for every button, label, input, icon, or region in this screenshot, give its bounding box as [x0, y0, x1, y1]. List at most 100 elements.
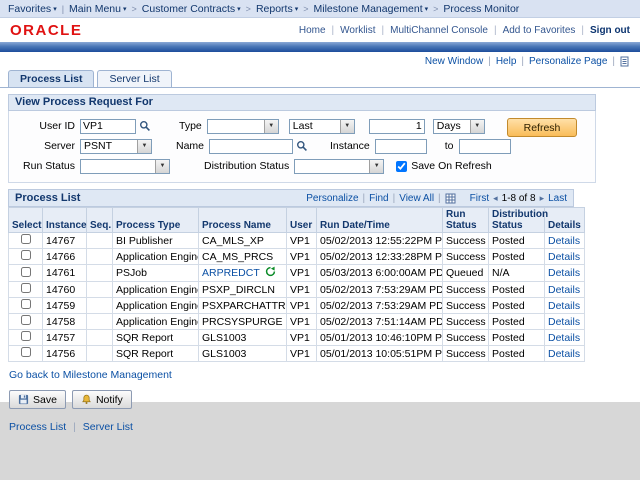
days-count-input[interactable] — [369, 119, 425, 134]
first-page-link[interactable]: First — [470, 193, 489, 204]
server-select-value: PSNT — [81, 140, 137, 153]
table-row: 14757SQR ReportGLS1003VP105/01/2013 10:4… — [9, 330, 585, 346]
instance-cell: 14758 — [43, 314, 87, 330]
row-select-checkbox[interactable] — [21, 315, 31, 325]
process-type-cell: Application Engine — [113, 249, 199, 265]
breadcrumb-customer-contracts[interactable]: Customer Contracts▾ — [142, 3, 241, 15]
row-select-checkbox[interactable] — [21, 283, 31, 293]
run-status-select-value — [81, 160, 155, 173]
instance-to-input[interactable] — [459, 139, 511, 154]
details-link[interactable]: Details — [548, 267, 580, 279]
next-page-icon[interactable]: ▸ — [540, 193, 545, 204]
find-link[interactable]: Find — [369, 193, 388, 204]
process-name-link[interactable]: ARPREDCT — [202, 267, 260, 279]
tab-server-list[interactable]: Server List — [97, 70, 171, 87]
col-process-type: Process Type — [113, 208, 199, 233]
details-link[interactable]: Details — [548, 300, 580, 312]
add-to-favorites-link[interactable]: Add to Favorites — [503, 25, 576, 36]
user-cell: VP1 — [287, 233, 317, 249]
details-link[interactable]: Details — [548, 316, 580, 328]
distribution-status-select[interactable]: ▼ — [294, 159, 384, 174]
sign-out-link[interactable]: Sign out — [590, 25, 630, 36]
table-row: 14756SQR ReportGLS1003VP105/01/2013 10:0… — [9, 346, 585, 362]
dropdown-arrow-icon: ▼ — [340, 120, 354, 133]
breadcrumb-favorites[interactable]: Favorites▾ — [8, 3, 57, 15]
separator: | — [73, 421, 76, 433]
go-back-link[interactable]: Go back to Milestone Management — [9, 369, 172, 381]
instance-from-input[interactable] — [375, 139, 427, 154]
distribution-status-cell: Posted — [489, 282, 545, 298]
home-link[interactable]: Home — [299, 25, 326, 36]
help-link[interactable]: Help — [496, 56, 517, 67]
personalize-page-link[interactable]: Personalize Page — [529, 56, 607, 67]
days-select-value: Days — [434, 120, 470, 133]
last-page-link[interactable]: Last — [548, 193, 567, 204]
row-select-checkbox[interactable] — [21, 299, 31, 309]
row-select-checkbox[interactable] — [21, 331, 31, 341]
details-link[interactable]: Details — [548, 348, 580, 360]
breadcrumb-main-menu[interactable]: Main Menu▾ — [69, 3, 126, 15]
distribution-status-cell: Posted — [489, 233, 545, 249]
separator: | — [393, 193, 396, 204]
breadcrumb-reports[interactable]: Reports▾ — [256, 3, 298, 15]
personalize-link[interactable]: Personalize — [306, 193, 358, 204]
separator: | — [488, 56, 491, 67]
save-on-refresh-checkbox[interactable] — [396, 161, 407, 172]
server-select[interactable]: PSNT ▼ — [80, 139, 152, 154]
breadcrumb-label: Process Monitor — [443, 3, 519, 15]
notify-bell-icon — [81, 394, 92, 405]
user-id-input[interactable] — [80, 119, 136, 134]
seq-cell — [87, 249, 113, 265]
chevron-down-icon: ▾ — [53, 6, 57, 13]
view-all-link[interactable]: View All — [399, 193, 434, 204]
details-link[interactable]: Details — [548, 235, 580, 247]
last-select[interactable]: Last ▼ — [289, 119, 355, 134]
distribution-status-cell: Posted — [489, 249, 545, 265]
details-link[interactable]: Details — [548, 284, 580, 296]
row-select-checkbox[interactable] — [21, 347, 31, 357]
instance-cell: 14756 — [43, 346, 87, 362]
new-window-link[interactable]: New Window — [425, 56, 483, 67]
worklist-link[interactable]: Worklist — [340, 25, 375, 36]
refresh-button[interactable]: Refresh — [507, 118, 577, 137]
process-table: Select Instance Seq. Process Type Proces… — [8, 207, 585, 362]
type-select-value — [208, 120, 264, 133]
instance-cell: 14766 — [43, 249, 87, 265]
row-select-checkbox[interactable] — [21, 267, 31, 277]
filter-form: User ID Type ▼ Last ▼ Days ▼ — [8, 111, 596, 183]
details-cell: Details — [545, 346, 585, 362]
details-link[interactable]: Details — [548, 332, 580, 344]
details-cell: Details — [545, 282, 585, 298]
distribution-status-cell: Posted — [489, 314, 545, 330]
row-select-checkbox[interactable] — [21, 250, 31, 260]
details-cell: Details — [545, 330, 585, 346]
rerun-process-icon[interactable] — [265, 266, 276, 280]
user-id-lookup-icon[interactable] — [139, 120, 151, 132]
save-button[interactable]: Save — [9, 390, 66, 409]
tab-process-list[interactable]: Process List — [8, 70, 94, 87]
bottom-process-list-link[interactable]: Process List — [9, 421, 66, 433]
grid-header-bar: Process List Personalize | Find | View A… — [8, 189, 574, 207]
notify-button-label: Notify — [96, 394, 123, 406]
days-select[interactable]: Days ▼ — [433, 119, 485, 134]
name-input[interactable] — [209, 139, 293, 154]
bottom-server-list-link[interactable]: Server List — [83, 421, 133, 433]
save-on-refresh-label: Save On Refresh — [411, 160, 492, 172]
run-status-select[interactable]: ▼ — [80, 159, 170, 174]
notify-button[interactable]: Notify — [72, 390, 132, 409]
user-cell: VP1 — [287, 298, 317, 314]
user-cell: VP1 — [287, 249, 317, 265]
user-id-label: User ID — [17, 120, 75, 132]
breadcrumb-label: Reports — [256, 3, 293, 15]
download-to-excel-icon[interactable] — [445, 193, 456, 204]
multichannel-console-link[interactable]: MultiChannel Console — [390, 25, 488, 36]
separator: | — [382, 25, 385, 36]
row-select-checkbox[interactable] — [21, 234, 31, 244]
name-lookup-icon[interactable] — [296, 140, 308, 152]
type-select[interactable]: ▼ — [207, 119, 279, 134]
breadcrumb-milestone-management[interactable]: Milestone Management▾ — [313, 3, 428, 15]
previous-page-icon[interactable]: ◂ — [493, 193, 498, 204]
breadcrumb-label: Main Menu — [69, 3, 121, 15]
details-link[interactable]: Details — [548, 251, 580, 263]
copy-url-icon[interactable] — [620, 56, 630, 67]
